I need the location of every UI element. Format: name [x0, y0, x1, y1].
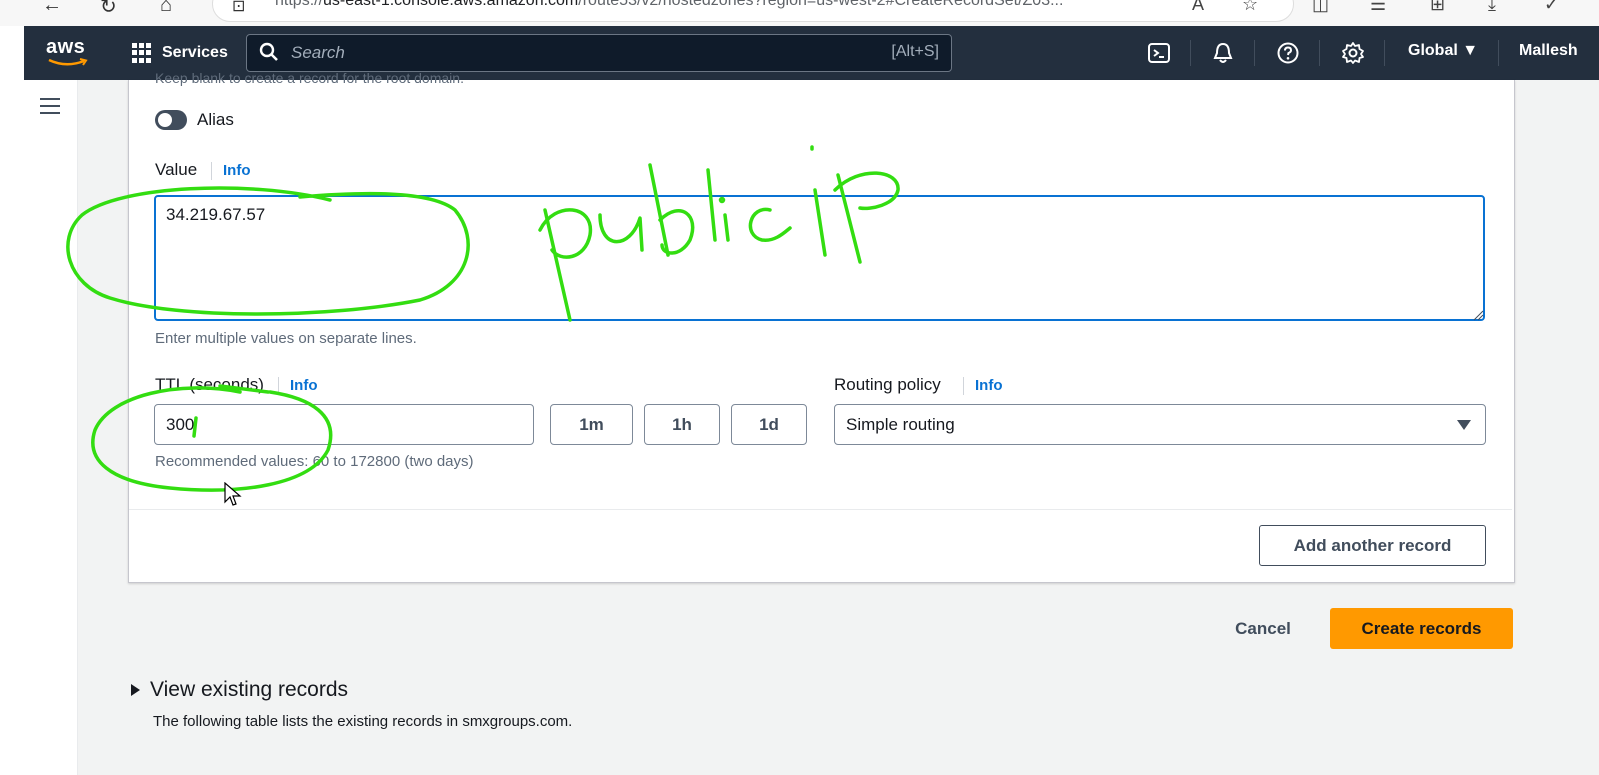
- cloudshell-icon[interactable]: [1147, 41, 1171, 65]
- read-aloud-icon[interactable]: A: [1192, 0, 1204, 15]
- side-navigation: [24, 80, 78, 775]
- services-label: Services: [162, 44, 228, 61]
- collections-icon[interactable]: ⊞: [1430, 0, 1445, 15]
- value-helper-text: Enter multiple values on separate lines.: [155, 330, 417, 347]
- value-info-link[interactable]: Info: [223, 162, 251, 179]
- search-icon: [259, 42, 278, 61]
- add-another-record-button[interactable]: Add another record: [1259, 525, 1486, 566]
- create-records-button[interactable]: Create records: [1330, 608, 1513, 649]
- routing-info-link[interactable]: Info: [975, 377, 1003, 394]
- favorites-list-icon[interactable]: ☰: [1370, 0, 1386, 15]
- view-existing-records-expander[interactable]: View existing records: [131, 678, 348, 702]
- lock-icon[interactable]: ⊡: [232, 0, 245, 16]
- extensions-icon[interactable]: ✓: [1544, 0, 1559, 15]
- region-selector[interactable]: Global ▼: [1408, 42, 1478, 60]
- routing-policy-select[interactable]: Simple routing: [834, 404, 1486, 445]
- aws-smile-icon: [48, 58, 88, 66]
- ttl-1d-button[interactable]: 1d: [731, 404, 807, 445]
- help-icon[interactable]: [1276, 41, 1300, 65]
- browser-toolbar: ← ↻ ⌂ ⊡ https://us-east-1.console.aws.am…: [0, 0, 1599, 26]
- alias-toggle[interactable]: [155, 110, 187, 130]
- grid-icon: [132, 43, 152, 63]
- expander-title: View existing records: [150, 678, 349, 701]
- home-icon[interactable]: ⌂: [160, 0, 172, 17]
- alias-label: Alias: [197, 110, 234, 129]
- services-menu-button[interactable]: Services: [132, 40, 228, 66]
- ttl-helper-text: Recommended values: 60 to 172800 (two da…: [155, 453, 474, 470]
- value-textarea[interactable]: 34.219.67.57: [154, 195, 1485, 321]
- resize-handle-icon[interactable]: [1472, 309, 1484, 321]
- record-name-helper: Keep blank to create a record for the ro…: [155, 70, 464, 86]
- aws-logo[interactable]: aws: [46, 36, 90, 72]
- card-divider: [129, 509, 1512, 510]
- split-screen-icon[interactable]: ◫: [1312, 0, 1329, 15]
- caret-down-icon: [1457, 420, 1471, 430]
- back-icon[interactable]: ←: [42, 0, 62, 17]
- url-text[interactable]: https://us-east-1.console.aws.amazon.com…: [275, 0, 1063, 10]
- ttl-1h-button[interactable]: 1h: [644, 404, 720, 445]
- settings-gear-icon[interactable]: [1341, 41, 1365, 65]
- refresh-icon[interactable]: ↻: [100, 0, 117, 19]
- search-input[interactable]: Search [Alt+S]: [246, 34, 952, 72]
- search-shortcut: [Alt+S]: [891, 43, 939, 60]
- ttl-info-link[interactable]: Info: [290, 377, 318, 394]
- account-menu[interactable]: Mallesh: [1519, 42, 1578, 60]
- ttl-label: TTL (seconds): [155, 375, 264, 394]
- ttl-input[interactable]: [154, 404, 534, 445]
- routing-policy-value: Simple routing: [846, 415, 955, 434]
- favorite-star-icon[interactable]: ☆: [1242, 0, 1258, 15]
- hamburger-menu-icon[interactable]: [40, 98, 60, 114]
- mouse-cursor-icon: [224, 482, 242, 506]
- cancel-button[interactable]: Cancel: [1216, 608, 1310, 649]
- caret-right-icon: [131, 684, 140, 696]
- value-label: Value: [155, 160, 198, 179]
- routing-policy-label: Routing policy: [834, 375, 941, 394]
- ttl-1m-button[interactable]: 1m: [550, 404, 633, 445]
- window-left-edge: [0, 26, 24, 775]
- downloads-icon[interactable]: ⤓: [1488, 0, 1496, 15]
- notifications-bell-icon[interactable]: [1211, 41, 1235, 65]
- expander-description: The following table lists the existing r…: [153, 713, 573, 730]
- search-placeholder: Search: [291, 43, 345, 62]
